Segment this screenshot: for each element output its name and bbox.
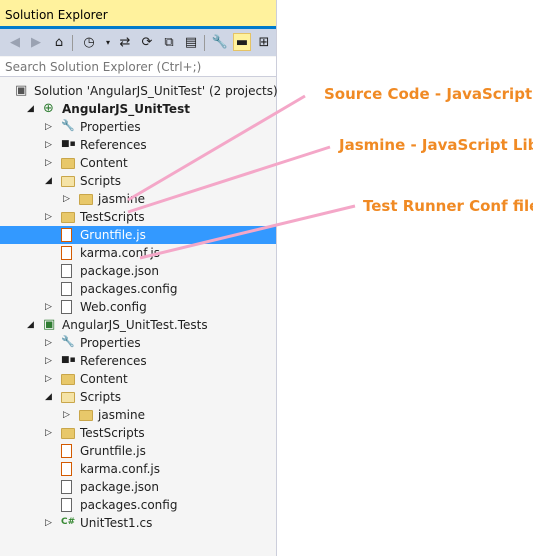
- annotation-source-code: Source Code - JavaScript: [324, 85, 533, 103]
- annotation-test-runner: Test Runner Conf file: [363, 197, 533, 215]
- pointer-test-runner: [139, 204, 356, 260]
- annotation-pointers: [127, 94, 356, 260]
- pointer-jasmine: [127, 145, 331, 214]
- annotation-jasmine: Jasmine - JavaScript Lib: [339, 136, 533, 154]
